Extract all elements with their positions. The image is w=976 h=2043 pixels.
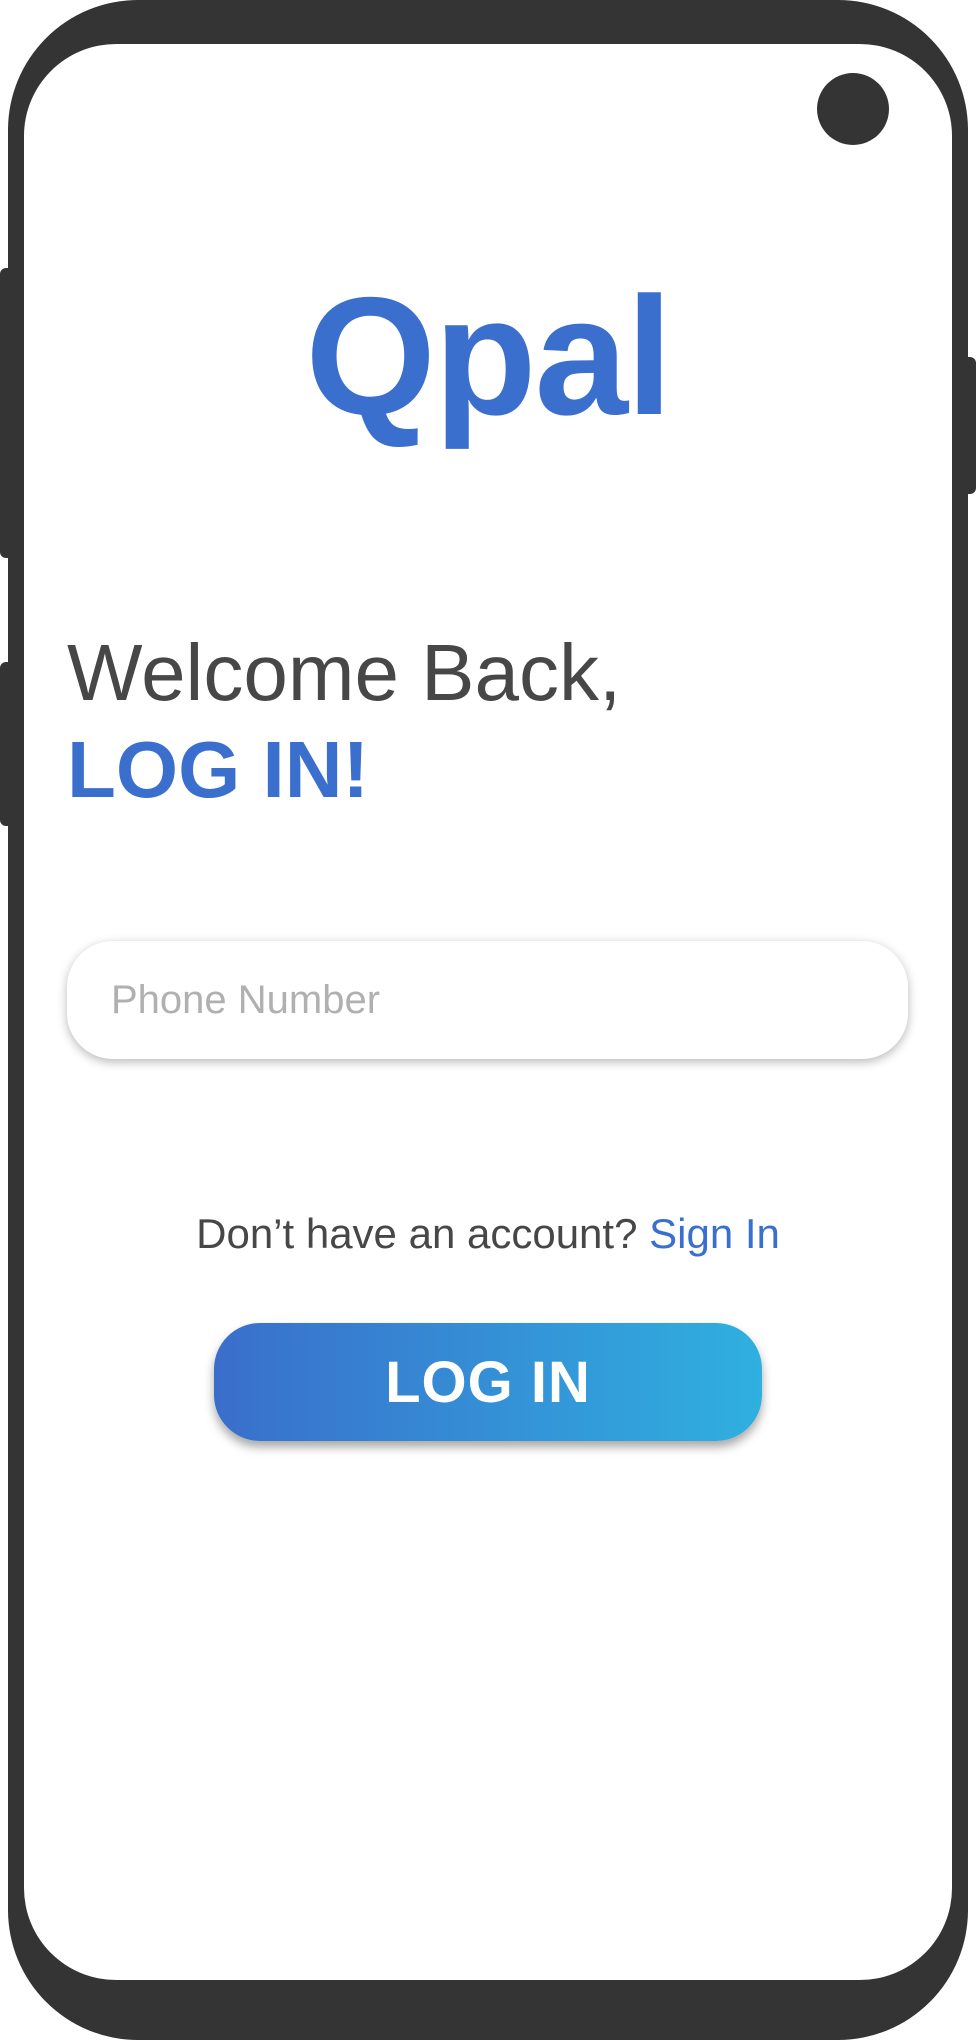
login-heading: LOG IN! [67, 725, 370, 814]
signup-prompt-row: Don’t have an account? Sign In [0, 1204, 976, 1264]
login-button-label: LOG IN [385, 1349, 591, 1415]
phone-number-field[interactable] [67, 941, 908, 1059]
signup-prompt-text: Don’t have an account? [196, 1210, 650, 1257]
phone-number-input[interactable] [109, 976, 908, 1024]
app-logo: Qpal [305, 262, 672, 450]
stage: Qpal Welcome Back, LOG IN! Don’t have an… [0, 0, 976, 2043]
signup-link[interactable]: Sign In [649, 1210, 780, 1257]
camera-icon [817, 73, 889, 145]
welcome-text: Welcome Back, [67, 628, 622, 717]
login-button[interactable]: LOG IN [214, 1323, 762, 1441]
